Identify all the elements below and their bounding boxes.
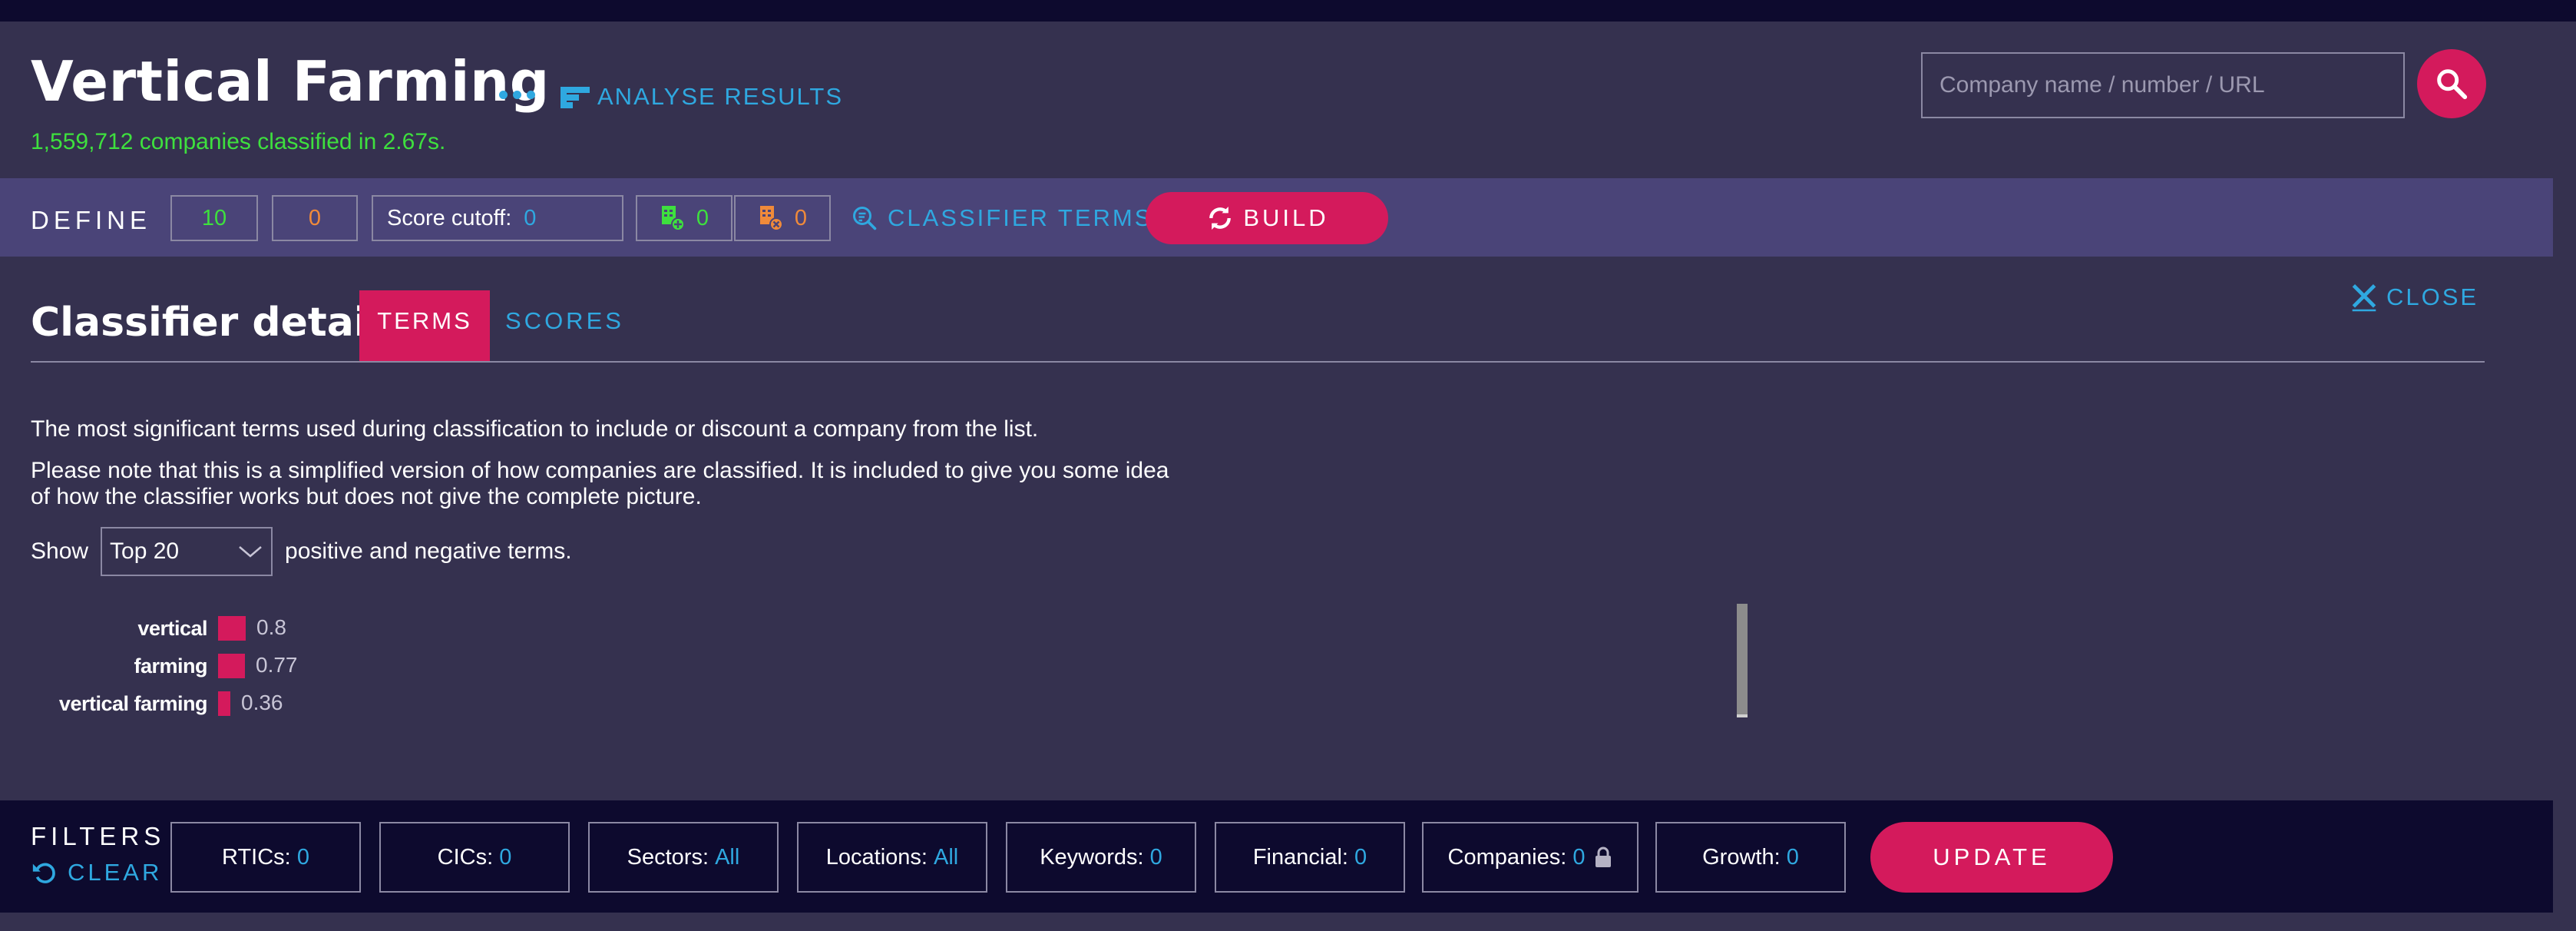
add-company-icon [661,206,685,231]
added-companies-button[interactable]: 0 [636,195,732,241]
top-terms-select[interactable]: Top 20 [101,527,273,576]
terms-description: The most significant terms used during c… [31,416,1039,442]
filter-growth[interactable]: Growth: 0 [1655,822,1846,893]
top-terms-selected: Top 20 [110,538,180,564]
build-label: BUILD [1243,204,1329,231]
define-bar: DEFINE 10 0 Score cutoff: 0 0 0 CLASSIFI… [0,178,2553,257]
term-weight-value: 0.8 [256,615,286,639]
page-title: Vertical Farming [31,49,550,114]
bottom-strip [0,913,2576,931]
term-row: vertical 0.8 [0,613,384,644]
removed-companies-count: 0 [794,205,808,230]
clear-filters-button[interactable]: CLEAR [31,859,162,886]
filter-locations-label: Locations: [825,844,928,870]
classifier-terms-label: CLASSIFIER TERMS [888,204,1153,231]
chevron-down-icon [239,546,262,558]
term-label: vertical farming [58,691,208,715]
update-button[interactable]: UPDATE [1870,822,2113,893]
term-weight-bar [218,654,245,678]
filter-sectors-value: All [715,844,740,870]
classifier-terms-button[interactable]: CLASSIFIER TERMS [851,204,1152,232]
lock-icon [1596,847,1612,867]
filter-cics-value: 0 [499,844,512,870]
term-row: farming 0.77 [0,651,384,681]
filter-financial-value: 0 [1354,844,1367,870]
score-cutoff-field[interactable]: Score cutoff: 0 [372,195,623,241]
filter-rtics[interactable]: RTICs: 0 [170,822,361,893]
filter-sectors[interactable]: Sectors: All [588,822,779,893]
term-label: vertical [137,616,207,640]
filters-label: FILTERS [31,822,166,850]
filter-rtics-value: 0 [296,844,309,870]
show-terms-row: Show Top 20 positive and negative terms. [31,527,572,576]
filter-cics-label: CICs: [437,844,494,870]
define-label: DEFINE [31,206,152,234]
search-terms-icon [853,207,877,230]
terms-note-line-2: of how the classifier works but does not… [31,484,702,509]
positive-terms-count[interactable]: 10 [170,195,258,241]
filter-sectors-label: Sectors: [627,844,709,870]
tab-terms[interactable]: TERMS [359,290,490,361]
filter-companies-value: 0 [1572,844,1586,870]
build-button[interactable]: BUILD [1146,192,1388,244]
details-divider [31,361,2485,363]
show-suffix: positive and negative terms. [285,538,572,564]
classification-summary: 1,559,712 companies classified in 2.67s. [31,129,446,154]
analyse-results-label: ANALYSE RESULTS [597,83,844,110]
bar-chart-icon [561,84,590,110]
filter-rtics-label: RTICs: [222,844,291,870]
undo-icon [32,863,55,883]
classifier-details-title: Classifier details [31,300,405,346]
filter-keywords[interactable]: Keywords: 0 [1006,822,1196,893]
filters-bar: FILTERS CLEAR RTICs: 0 CICs: 0 Sectors: … [0,800,2553,913]
term-row: vertical farming 0.36 [0,688,384,719]
filter-growth-value: 0 [1786,844,1799,870]
filter-growth-label: Growth: [1702,844,1781,870]
filter-locations[interactable]: Locations: All [797,822,987,893]
filter-financial-label: Financial: [1252,844,1348,870]
term-weight-bar [218,616,246,641]
search-icon [2437,69,2468,100]
show-label: Show [31,538,89,564]
filter-companies-label: Companies: [1447,844,1567,870]
close-icon [2352,284,2376,312]
clear-label: CLEAR [68,859,163,886]
filter-companies[interactable]: Companies: 0 [1422,822,1639,893]
removed-companies-button[interactable]: 0 [734,195,831,241]
filter-keywords-value: 0 [1149,844,1162,870]
term-weight-value: 0.77 [256,653,298,677]
more-options-icon[interactable] [499,91,535,99]
analyse-results-button[interactable]: ANALYSE RESULTS [561,83,843,111]
score-cutoff-value: 0 [524,205,537,230]
remove-company-icon [759,206,783,231]
search-button[interactable] [2417,49,2486,118]
score-cutoff-label: Score cutoff: [387,205,512,230]
filter-financial[interactable]: Financial: 0 [1215,822,1405,893]
filter-keywords-label: Keywords: [1040,844,1144,870]
term-weight-value: 0.36 [241,691,283,714]
term-weight-bar [218,691,230,716]
tab-scores[interactable]: SCORES [505,307,624,335]
refresh-icon [1209,207,1232,230]
company-search-input[interactable] [1921,52,2405,118]
terms-note: Please note that this is a simplified ve… [31,458,1275,510]
filter-cics[interactable]: CICs: 0 [379,822,570,893]
terms-scrollbar[interactable] [1737,604,1748,717]
term-label: farming [134,654,207,678]
added-companies-count: 0 [696,205,709,230]
close-label: CLOSE [2386,283,2479,310]
negative-terms-count[interactable]: 0 [272,195,358,241]
terms-note-line-1: Please note that this is a simplified ve… [31,458,1169,483]
filter-locations-value: All [934,844,959,870]
close-button[interactable]: CLOSE [2351,283,2478,312]
top-strip [0,0,2576,22]
